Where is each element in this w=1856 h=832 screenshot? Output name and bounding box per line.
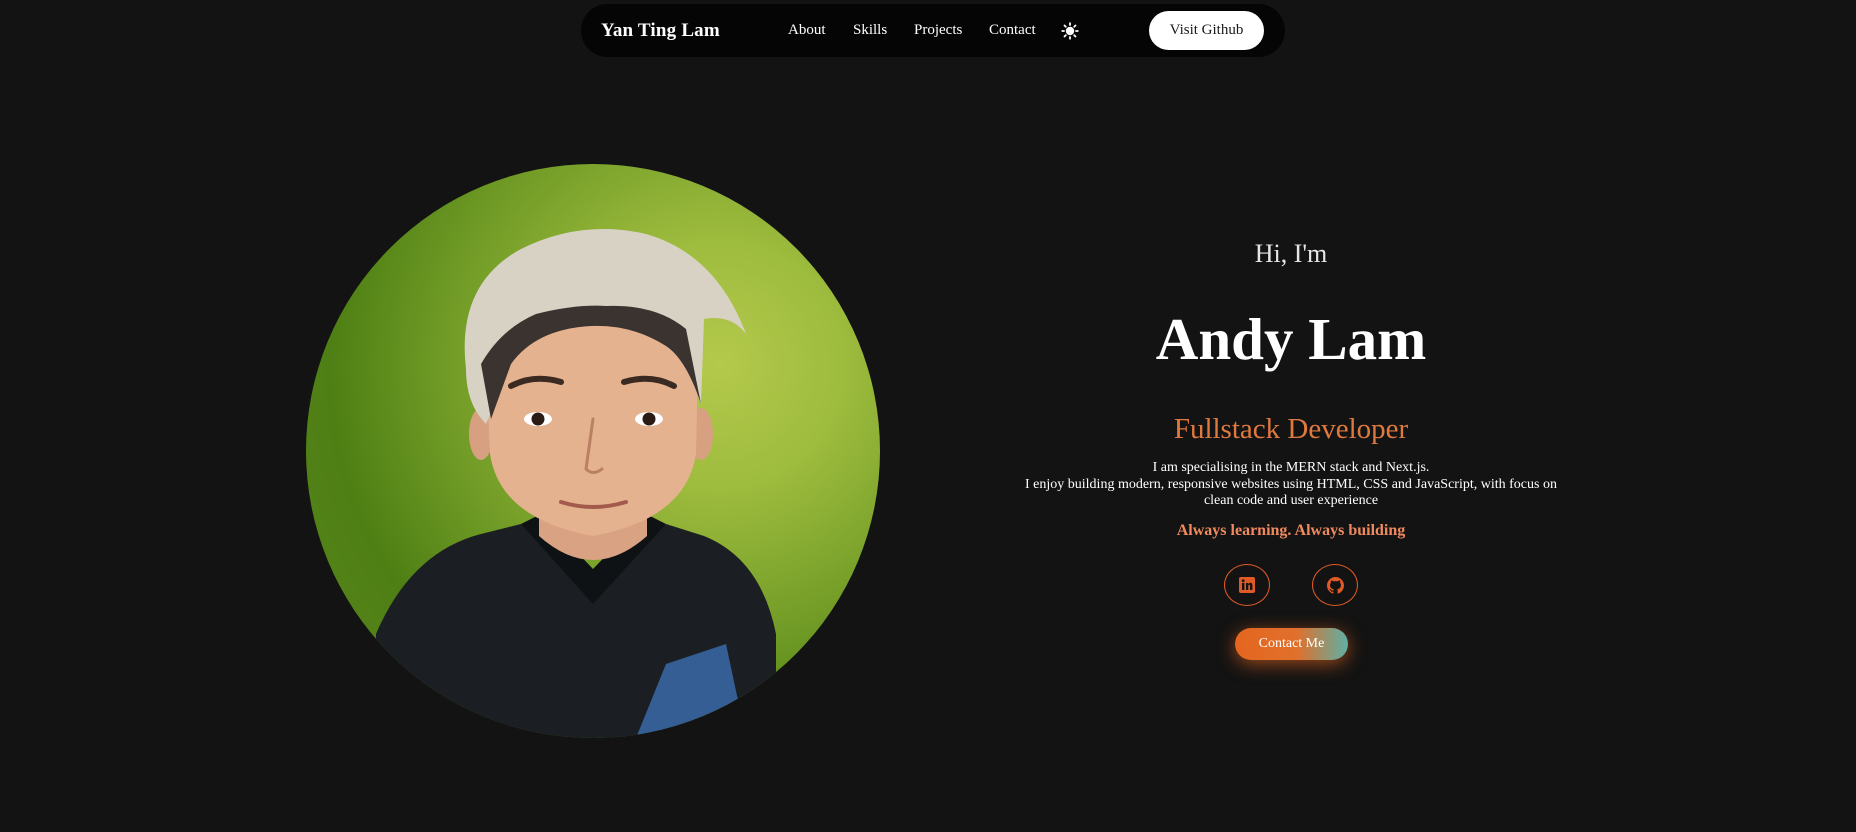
hero-name: Andy Lam [1155,306,1427,372]
contact-me-button[interactable]: Contact Me [1235,628,1348,660]
linkedin-icon [1239,577,1255,593]
github-icon [1327,577,1344,594]
sun-icon [1061,22,1079,40]
greeting-text: Hi, I'm [1254,239,1328,268]
top-nav: Yan Ting Lam About Skills Projects Conta… [581,4,1285,57]
role-title: Fullstack Developer [1173,413,1409,445]
bio-line: I enjoy building modern, responsive webs… [1025,476,1557,509]
brand-name[interactable]: Yan Ting Lam [601,4,720,57]
visit-github-button[interactable]: Visit Github [1149,11,1264,50]
profile-photo [306,164,880,738]
nav-link-contact[interactable]: Contact [989,4,1036,57]
nav-link-projects[interactable]: Projects [914,4,962,57]
tagline: Always learning. Always building [1176,522,1406,539]
github-link[interactable] [1312,564,1358,606]
nav-link-about[interactable]: About [788,4,826,57]
nav-link-skills[interactable]: Skills [853,4,887,57]
linkedin-link[interactable] [1224,564,1270,606]
theme-toggle-button[interactable] [1061,22,1079,40]
bio-text: I am specialising in the MERN stack and … [1016,460,1566,510]
bio-line: I am specialising in the MERN stack and … [1152,460,1430,475]
